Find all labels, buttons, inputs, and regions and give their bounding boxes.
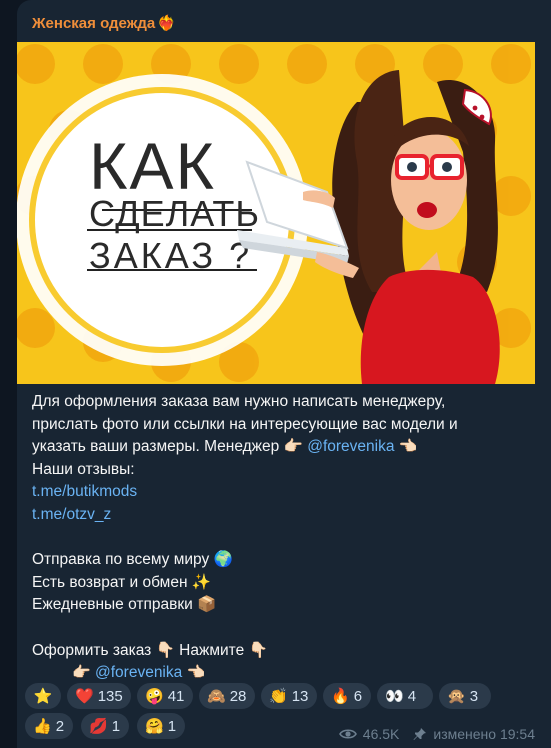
text-line: Ежедневные отправки 📦 [32,596,217,614]
text-line: Оформить заказ 👇🏻 Нажмите 👇🏻 [32,641,268,659]
edited-timestamp: изменено 19:54 [433,726,535,742]
reaction-count: 4 [407,687,417,705]
reaction-count: 13 [291,687,309,705]
see-no-evil-monkey-icon: 🙈 [207,687,226,705]
star-icon: ⭐ [33,687,53,705]
headline-3: ЗАКАЗ ? [89,235,252,276]
channel-name[interactable]: Женская одежда ❤‍🔥 [32,14,176,32]
text-line: 👉🏻 @forevenika 👈🏻 [32,662,532,685]
reaction-count: 135 [97,687,123,705]
clapping-hands-icon: 👏 [269,687,288,705]
eye-icon [338,729,357,739]
reaction-count: 1 [167,717,177,735]
reaction-count: 28 [229,687,247,705]
reaction-kiss[interactable]: 💋 1 [81,713,129,739]
reaction-count: 1 [111,717,121,735]
reaction-thumbs-up[interactable]: 👍 2 [25,713,73,739]
manager-mention-link[interactable]: @forevenika [307,438,394,455]
reaction-star[interactable]: ⭐ [25,683,61,709]
channel-name-text: Женская одежда [32,15,156,32]
reaction-count: 3 [469,687,479,705]
hugging-face-icon: 🤗 [145,717,164,735]
message-meta: 46.5K изменено 19:54 [338,726,535,742]
reaction-clap[interactable]: 👏 13 [261,683,317,709]
text-line: Есть возврат и обмен ✨ [32,573,212,591]
how-to-order-illustration: КАК СДЕЛАТЬ ЗАКАЗ ? [17,42,535,384]
pin-icon [413,728,427,740]
manager-text: указать ваши размеры. Менеджер 👉🏻 [32,438,303,456]
heart-on-fire-icon: ❤‍🔥 [157,15,176,32]
reaction-count: 41 [167,687,185,705]
pointing-right-icon: 👉🏻 [72,664,91,682]
pointing-left-icon: 👈🏻 [398,438,418,456]
post-image[interactable]: КАК СДЕЛАТЬ ЗАКАЗ ? [17,42,535,384]
thumbs-up-icon: 👍 [33,717,52,735]
reaction-hug[interactable]: 🤗 1 [137,713,185,739]
headline-1: КАК [89,129,216,203]
heart-icon: ❤️ [75,687,94,705]
text-line: указать ваши размеры. Менеджер 👉🏻 @forev… [32,436,532,459]
crazy-face-icon: 🤪 [145,687,164,705]
reaction-crazy-face[interactable]: 🤪 41 [137,683,193,709]
reviews-link-2[interactable]: t.me/otzv_z [32,504,532,527]
text-line: Наши отзывы: [32,460,135,478]
text-line: Отправка по всему миру 🌍 [32,551,233,569]
reaction-fire[interactable]: 🔥 6 [323,683,371,709]
reaction-count: 2 [55,717,65,735]
reactions-row-1: ⭐ ❤️ 135 🤪 41 🙈 28 👏 13 🔥 6 👀 4 🙊 3 [25,683,535,713]
text-line: Для оформления заказа вам нужно написать… [32,393,446,410]
reaction-see-no-evil[interactable]: 🙈 28 [199,683,255,709]
views-count: 46.5K [362,726,400,742]
text-line: прислать фото или ссылки на интересующие… [32,415,458,433]
reaction-speak-no-evil[interactable]: 🙊 3 [439,683,491,709]
reaction-heart[interactable]: ❤️ 135 [67,683,131,709]
order-mention-link[interactable]: @forevenika [95,664,182,681]
post-text: Для оформления заказа вам нужно написать… [32,391,532,685]
reaction-eyes[interactable]: 👀 4 [377,683,433,709]
speak-no-evil-monkey-icon: 🙊 [447,687,466,705]
pointing-left-icon: 👈🏻 [186,664,206,682]
reviews-link-1[interactable]: t.me/butikmods [32,481,532,504]
headline-2: СДЕЛАТЬ [89,193,260,234]
kiss-mark-icon: 💋 [89,717,108,735]
fire-icon: 🔥 [331,687,350,705]
reaction-count: 6 [353,687,363,705]
eyes-icon: 👀 [385,687,404,705]
